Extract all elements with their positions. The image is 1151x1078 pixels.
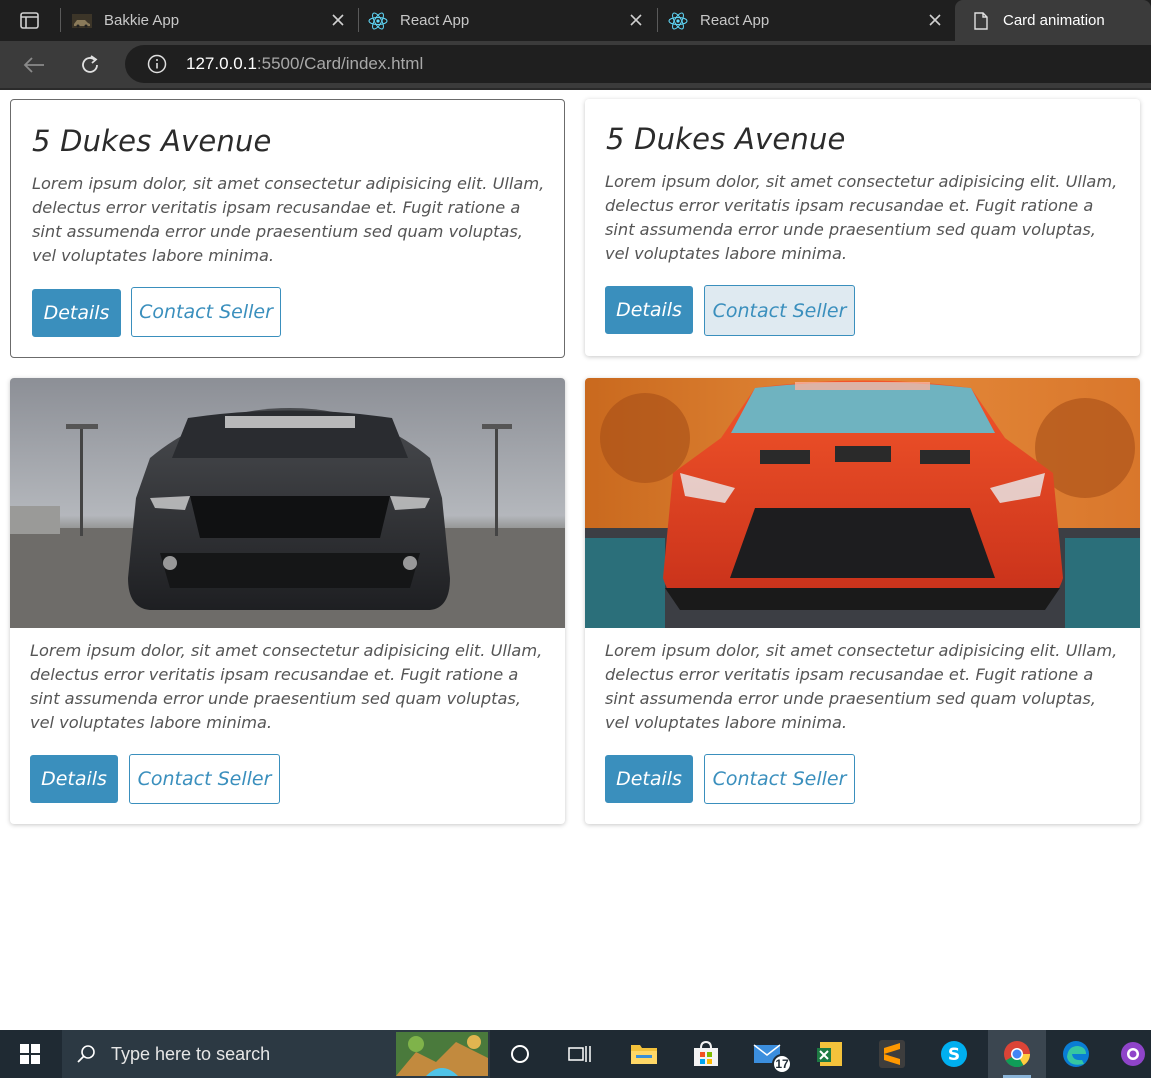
search-placeholder: Type here to search [111, 1043, 271, 1064]
close-icon[interactable] [330, 12, 346, 28]
back-arrow-icon[interactable] [20, 51, 48, 79]
contact-seller-button[interactable]: Contact Seller [129, 754, 280, 804]
red-gtr-car-photo [585, 378, 1140, 628]
file-explorer-icon[interactable] [620, 1030, 668, 1078]
taskbar-search-input[interactable]: Type here to search [62, 1030, 490, 1078]
windows-start-icon[interactable] [0, 1030, 60, 1078]
details-button[interactable]: Details [605, 755, 693, 803]
contact-seller-button[interactable]: Contact Seller [704, 754, 855, 804]
reload-icon[interactable] [76, 51, 104, 79]
tab-card-animation[interactable]: Card animation [955, 0, 1151, 41]
svg-text:S: S [948, 1045, 960, 1065]
card-description: Lorem ipsum dolor, sit amet consectetur … [605, 172, 1118, 263]
tab-react-app-2[interactable]: React App [668, 0, 955, 41]
property-card[interactable]: 5 Dukes Avenue Lorem ipsum dolor, sit am… [10, 99, 565, 358]
store-icon[interactable] [682, 1030, 730, 1078]
mail-icon[interactable]: 17 [744, 1030, 792, 1078]
windows-taskbar: Type here to search 17 S [0, 1030, 1151, 1078]
tab-react-app-1[interactable]: React App [368, 0, 656, 41]
react-icon [668, 11, 688, 31]
tab-title: Bakkie App [104, 12, 180, 29]
grey-mustang-car-photo [10, 378, 565, 628]
cortana-icon[interactable] [496, 1030, 544, 1078]
task-view-icon[interactable] [556, 1030, 604, 1078]
tab-title: React App [700, 12, 770, 29]
tab-separator [657, 8, 658, 32]
card-title: 5 Dukes Avenue [606, 122, 846, 156]
address-bar[interactable]: 127.0.0.1:5500/Card/index.html [125, 45, 1151, 83]
tab-title: React App [400, 12, 470, 29]
url-host: 127.0.0.1 [186, 54, 257, 73]
browser-toolbar: 127.0.0.1:5500/Card/index.html [0, 41, 1151, 88]
search-highlight-icon [396, 1032, 488, 1076]
property-card[interactable]: 5 Dukes Avenue Lorem ipsum dolor, sit am… [585, 99, 1140, 356]
toolbar-divider [0, 88, 1151, 90]
details-button[interactable]: Details [605, 286, 693, 334]
tab-title: Card animation [1003, 12, 1105, 29]
search-icon [76, 1044, 96, 1064]
excel-icon[interactable] [806, 1030, 854, 1078]
react-icon [368, 11, 388, 31]
browser-tab-strip: Bakkie App React App React App Card anim… [0, 0, 1151, 41]
tab-separator [60, 8, 61, 32]
contact-seller-button[interactable]: Contact Seller [131, 287, 281, 337]
chrome-icon[interactable] [988, 1030, 1046, 1078]
document-icon [971, 11, 991, 31]
close-icon[interactable] [927, 12, 943, 28]
url-path: :5500/Card/index.html [256, 54, 424, 73]
github-desktop-icon[interactable] [1114, 1030, 1151, 1078]
details-button[interactable]: Details [30, 755, 118, 803]
tab-bakkie-app[interactable]: Bakkie App [72, 0, 358, 41]
skype-icon[interactable]: S [930, 1030, 978, 1078]
contact-seller-button[interactable]: Contact Seller [704, 285, 855, 336]
car-card[interactable]: Lorem ipsum dolor, sit amet consectetur … [585, 378, 1140, 824]
sublime-icon[interactable] [868, 1030, 916, 1078]
card-description: Lorem ipsum dolor, sit amet consectetur … [605, 641, 1118, 732]
car-card[interactable]: Lorem ipsum dolor, sit amet consectetur … [10, 378, 565, 824]
mail-badge: 17 [772, 1054, 792, 1074]
car-favicon-icon [72, 11, 92, 31]
info-icon[interactable] [145, 52, 169, 76]
details-button[interactable]: Details [32, 289, 121, 337]
tab-actions-icon[interactable] [18, 10, 40, 30]
close-icon[interactable] [628, 12, 644, 28]
edge-icon[interactable] [1052, 1030, 1100, 1078]
card-description: Lorem ipsum dolor, sit amet consectetur … [32, 174, 545, 265]
card-title: 5 Dukes Avenue [32, 124, 272, 158]
card-description: Lorem ipsum dolor, sit amet consectetur … [30, 641, 543, 732]
tab-separator [358, 8, 359, 32]
